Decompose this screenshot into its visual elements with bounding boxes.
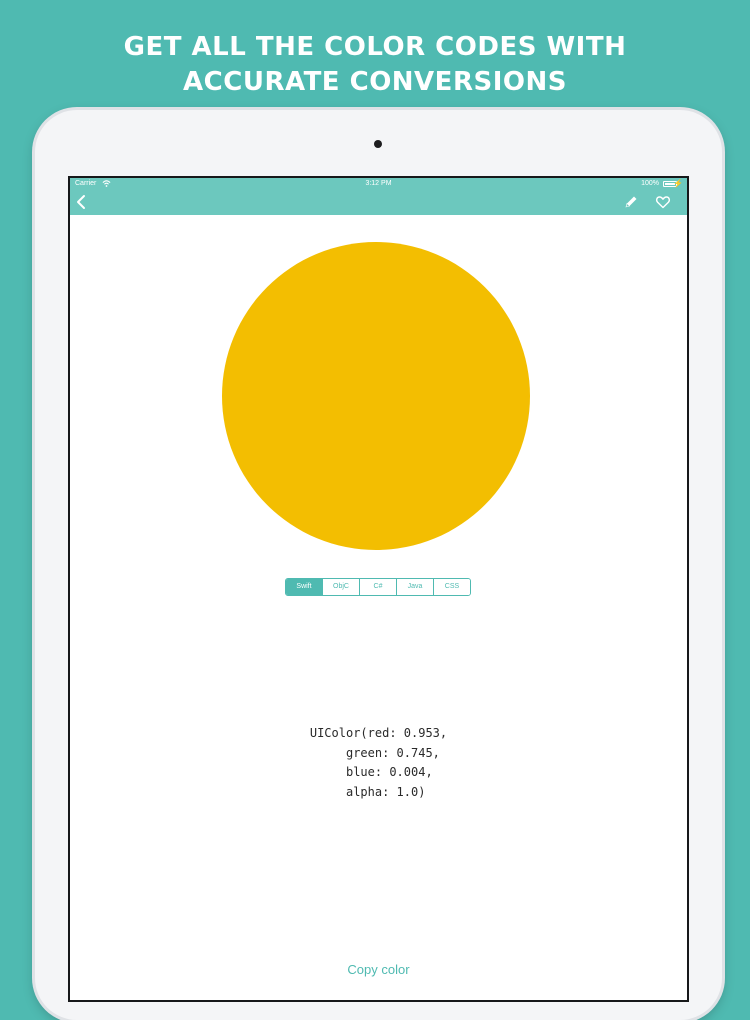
- color-code-text: UIColor(red: 0.953, green: 0.745, blue: …: [309, 726, 448, 799]
- app-screen: Carrier 3:12 PM 100% ⚡ Swift ObjC C# Jav…: [68, 176, 689, 1002]
- promo-headline-line-1: GET ALL THE COLOR CODES WITH: [123, 32, 627, 62]
- charging-icon: ⚡: [673, 179, 683, 188]
- tab-csharp[interactable]: C#: [360, 579, 397, 595]
- code-output-container: UIColor(red: 0.953, green: 0.745, blue: …: [70, 724, 687, 802]
- format-segmented-control: Swift ObjC C# Java CSS: [285, 578, 471, 596]
- camera-icon: [374, 140, 382, 148]
- color-swatch-circle: [222, 242, 530, 550]
- battery-percentage: 100%: [641, 180, 659, 187]
- status-bar: Carrier 3:12 PM 100% ⚡: [70, 178, 687, 190]
- pencil-icon[interactable]: [623, 194, 639, 210]
- tab-objc[interactable]: ObjC: [323, 579, 360, 595]
- promo-headline-line-2: ACCURATE CONVERSIONS: [183, 67, 567, 97]
- tab-java[interactable]: Java: [397, 579, 434, 595]
- heart-icon[interactable]: [655, 194, 671, 210]
- ipad-frame: Carrier 3:12 PM 100% ⚡ Swift ObjC C# Jav…: [35, 110, 722, 1020]
- tab-css[interactable]: CSS: [434, 579, 470, 595]
- tab-swift[interactable]: Swift: [286, 579, 323, 595]
- promo-headline: GET ALL THE COLOR CODES WITH ACCURATE CO…: [0, 30, 750, 100]
- copy-color-button[interactable]: Copy color: [70, 962, 687, 977]
- navigation-bar: [70, 190, 687, 215]
- back-chevron-icon[interactable]: [74, 194, 90, 210]
- status-time: 3:12 PM: [365, 180, 392, 187]
